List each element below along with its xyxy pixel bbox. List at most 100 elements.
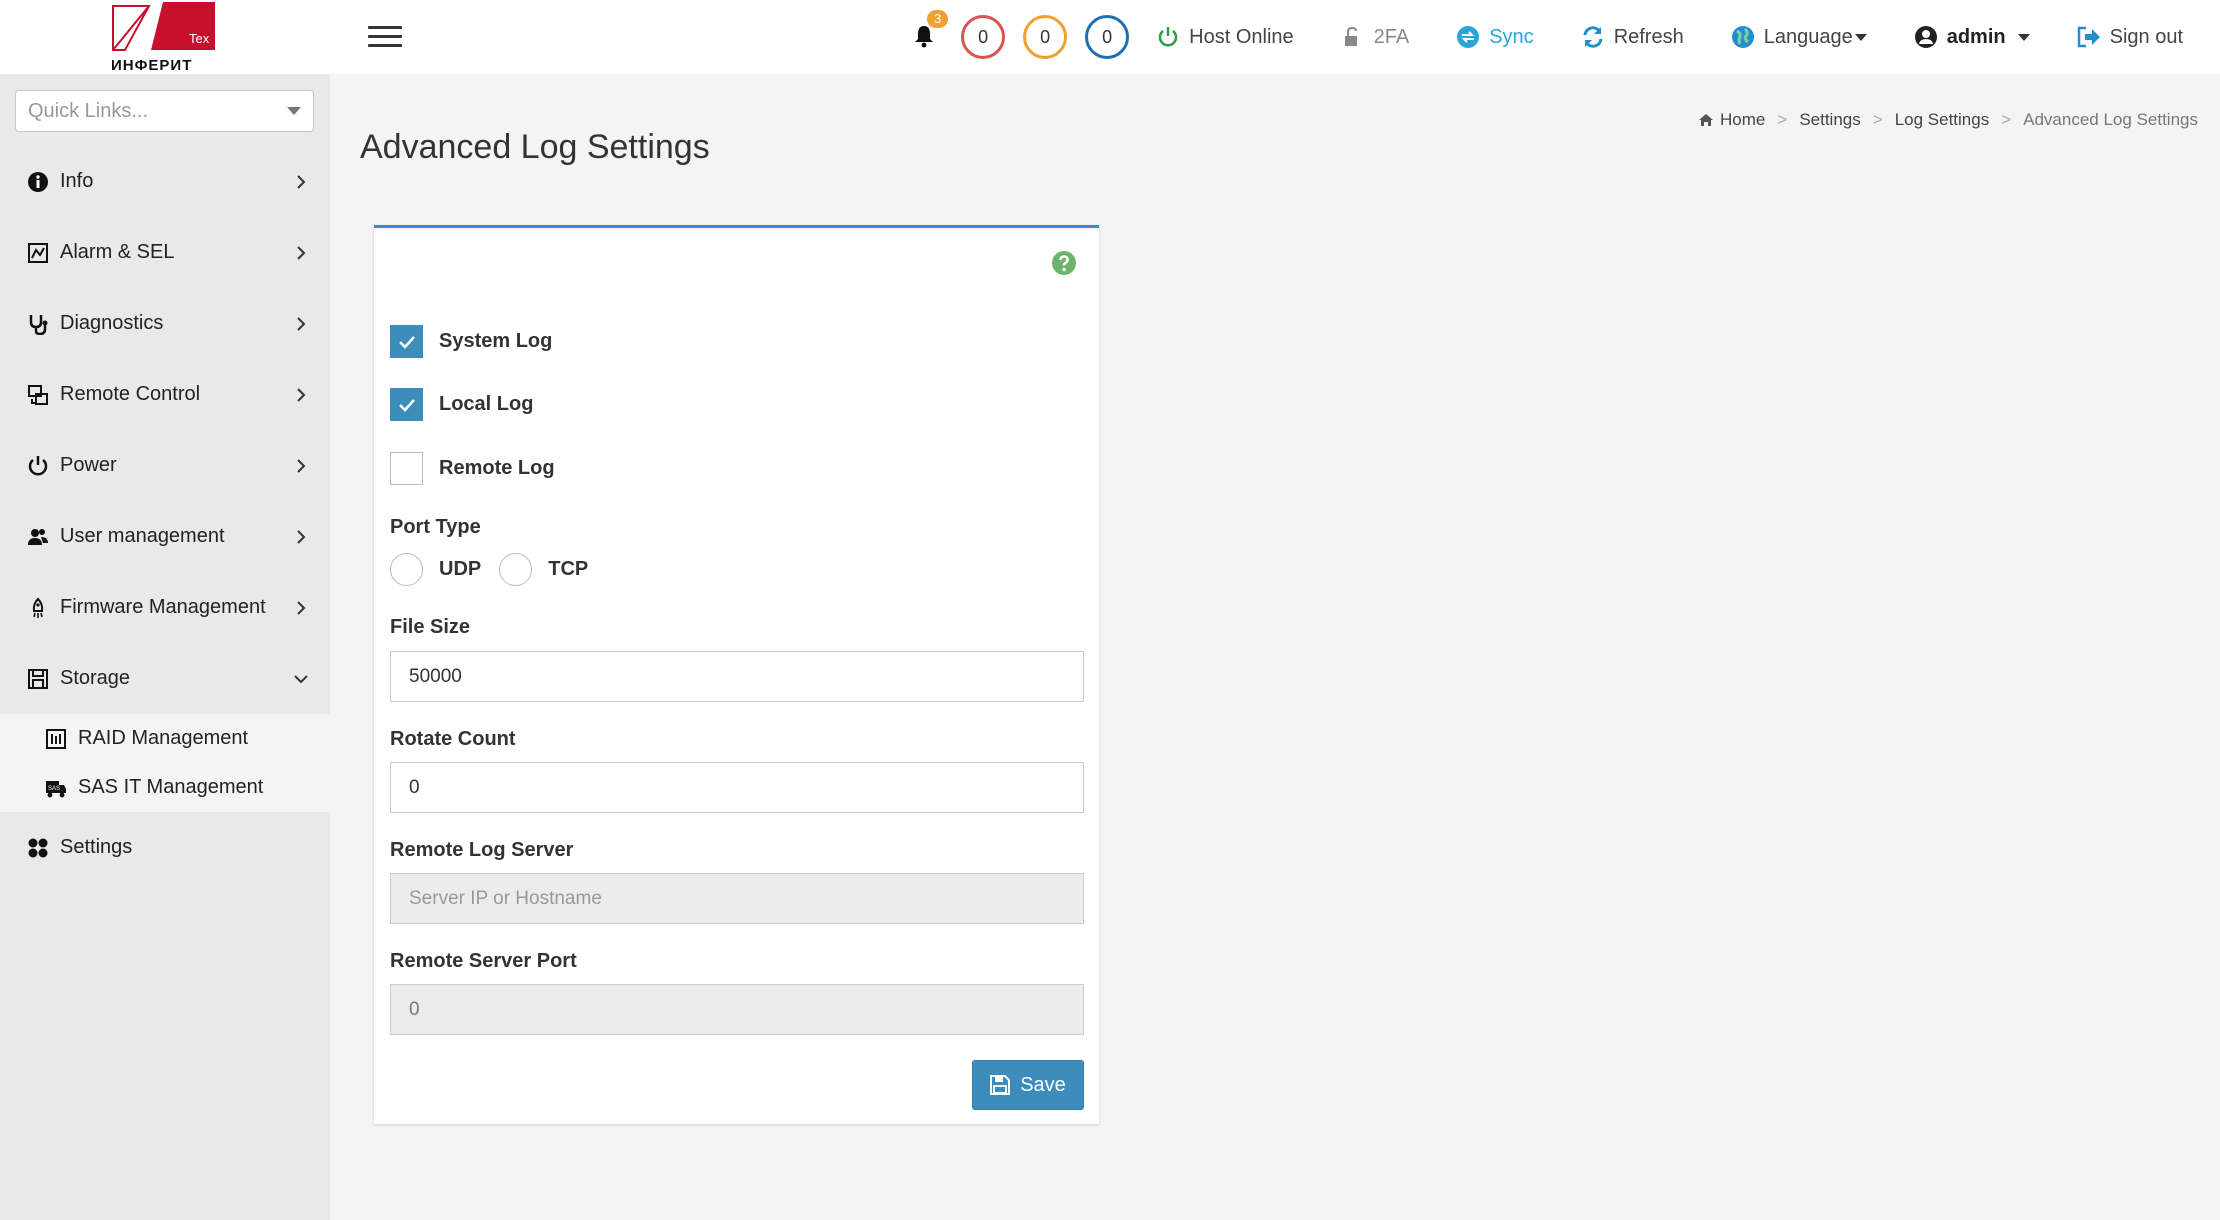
power-icon [26,454,50,478]
remote-log-label: Remote Log [439,457,555,479]
checkbox-unchecked-icon[interactable] [390,452,423,485]
sidebar-item-label: Diagnostics [60,312,164,334]
twofa-label: 2FA [1373,25,1410,48]
stethoscope-icon [26,312,50,336]
sidebar-item-label: Info [60,170,94,192]
rotate-count-input[interactable] [390,762,1084,813]
sidebar-item-label: Settings [60,836,133,858]
sidebar-item-label: Remote Control [60,383,201,405]
remote-server-port-input[interactable] [390,984,1084,1035]
breadcrumb-settings[interactable]: Settings [1799,110,1860,130]
users-icon [26,525,50,549]
host-status-label: Host Online [1189,25,1294,48]
breadcrumb: Home > Settings > Log Settings > Advance… [1698,110,2198,130]
floppy-disk-icon [990,1075,1011,1095]
user-avatar-icon [1913,24,1939,50]
sidebar-item-sas-it-management[interactable]: SAS SAS IT Management [0,763,330,812]
tcp-radio[interactable] [499,553,533,586]
save-button[interactable]: Save [972,1060,1084,1110]
breadcrumb-log-settings[interactable]: Log Settings [1895,110,1990,130]
sidebar-item-label: Power [60,454,117,476]
sync-button[interactable]: Sync [1455,24,1534,50]
rocket-icon [26,596,50,620]
refresh-icon [1580,24,1606,50]
sidebar-item-settings[interactable]: Settings [0,812,330,883]
remote-log-checkbox[interactable]: Remote Log [390,452,555,485]
twofa-button[interactable]: 2FA [1340,24,1410,50]
logo[interactable]: Tex ИНФЕРИТ [0,0,330,74]
sidebar-item-label: Alarm & SEL [60,241,175,263]
chevron-right-icon [297,387,306,402]
topbar-actions: 3 0 0 0 Host Online 2FA Sync Refresh Lan… [913,0,2220,74]
remote-server-port-label: Remote Server Port [390,950,577,972]
top-navbar: 3 0 0 0 Host Online 2FA Sync Refresh Lan… [330,0,2220,74]
bell-icon [915,26,934,48]
local-log-label: Local Log [439,393,534,415]
inferit-logo-icon: Tex ИНФЕРИТ [111,2,215,74]
file-size-input[interactable] [390,651,1084,702]
log-settings-card: System Log Local Log Remote Log Port Typ… [374,225,1099,1124]
notifications-badge: 3 [927,10,949,28]
system-log-label: System Log [439,330,553,352]
power-status-icon [1155,24,1181,50]
sidebar-item-remote-control[interactable]: Remote Control [0,359,330,430]
critical-count-badge[interactable]: 0 [961,15,1006,59]
language-dropdown[interactable]: Language [1730,24,1867,50]
help-icon[interactable] [1051,250,1077,276]
refresh-label: Refresh [1613,25,1684,48]
udp-radio[interactable] [390,553,423,586]
checkbox-checked-icon[interactable] [390,388,423,421]
notifications-button[interactable]: 3 [913,10,949,50]
globe-icon [1730,24,1756,50]
local-log-checkbox[interactable]: Local Log [390,388,533,421]
language-label: Language [1763,25,1853,48]
remote-log-server-label: Remote Log Server [390,839,574,861]
hamburger-menu-icon[interactable] [368,26,402,48]
system-log-checkbox[interactable]: System Log [390,325,552,358]
home-icon [1699,114,1714,126]
breadcrumb-current: Advanced Log Settings [2023,110,2198,129]
warning-count-badge[interactable]: 0 [1023,15,1068,59]
user-name-label: admin [1946,25,2006,48]
quick-links-select[interactable]: Quick Links... [15,90,314,132]
chevron-down-icon [294,674,308,683]
refresh-button[interactable]: Refresh [1580,24,1684,50]
chevron-right-icon [297,245,306,260]
alarm-icon [26,241,50,265]
sync-label: Sync [1489,25,1534,48]
caret-down-icon [1854,33,1867,41]
host-status[interactable]: Host Online [1155,24,1294,50]
sidebar-subitem-label: SAS IT Management [78,776,264,798]
sidebar-item-raid-management[interactable]: RAID Management [0,714,330,763]
user-dropdown[interactable]: admin [1913,24,2030,50]
signout-button[interactable]: Sign out [2076,24,2183,50]
storage-submenu: RAID Management SAS SAS IT Management [0,714,330,812]
breadcrumb-separator: > [2001,110,2012,129]
sidebar-item-info[interactable]: Info [0,146,330,217]
info-count-badge[interactable]: 0 [1085,15,1130,59]
sign-out-icon [2076,24,2102,50]
chevron-right-icon [297,174,306,189]
sidebar-item-label: User management [60,525,225,547]
breadcrumb-home[interactable]: Home [1720,110,1765,130]
remote-log-server-input[interactable] [390,873,1084,924]
sync-icon [1455,24,1481,50]
sidebar-item-label: Storage [60,667,131,689]
udp-label: UDP [439,558,482,580]
sidebar-item-user-management[interactable]: User management [0,501,330,572]
sidebar-item-diagnostics[interactable]: Diagnostics [0,288,330,359]
chevron-right-icon [297,458,306,473]
sidebar-item-alarm-sel[interactable]: Alarm & SEL [0,217,330,288]
port-type-radio-group: UDP TCP [390,553,606,586]
sidebar-item-firmware-management[interactable]: Firmware Management [0,572,330,643]
sidebar-item-power[interactable]: Power [0,430,330,501]
checkbox-checked-icon[interactable] [390,325,423,358]
chevron-right-icon [297,316,306,331]
unlock-icon [1340,24,1366,50]
chevron-right-icon [297,600,306,615]
sidebar-menu: Info Alarm & SEL Diagnostics Remote Cont… [0,146,330,883]
sidebar-item-storage[interactable]: Storage [0,643,330,714]
sas-icon: SAS [44,776,68,800]
raid-icon [44,727,68,751]
caret-down-icon [287,107,301,115]
